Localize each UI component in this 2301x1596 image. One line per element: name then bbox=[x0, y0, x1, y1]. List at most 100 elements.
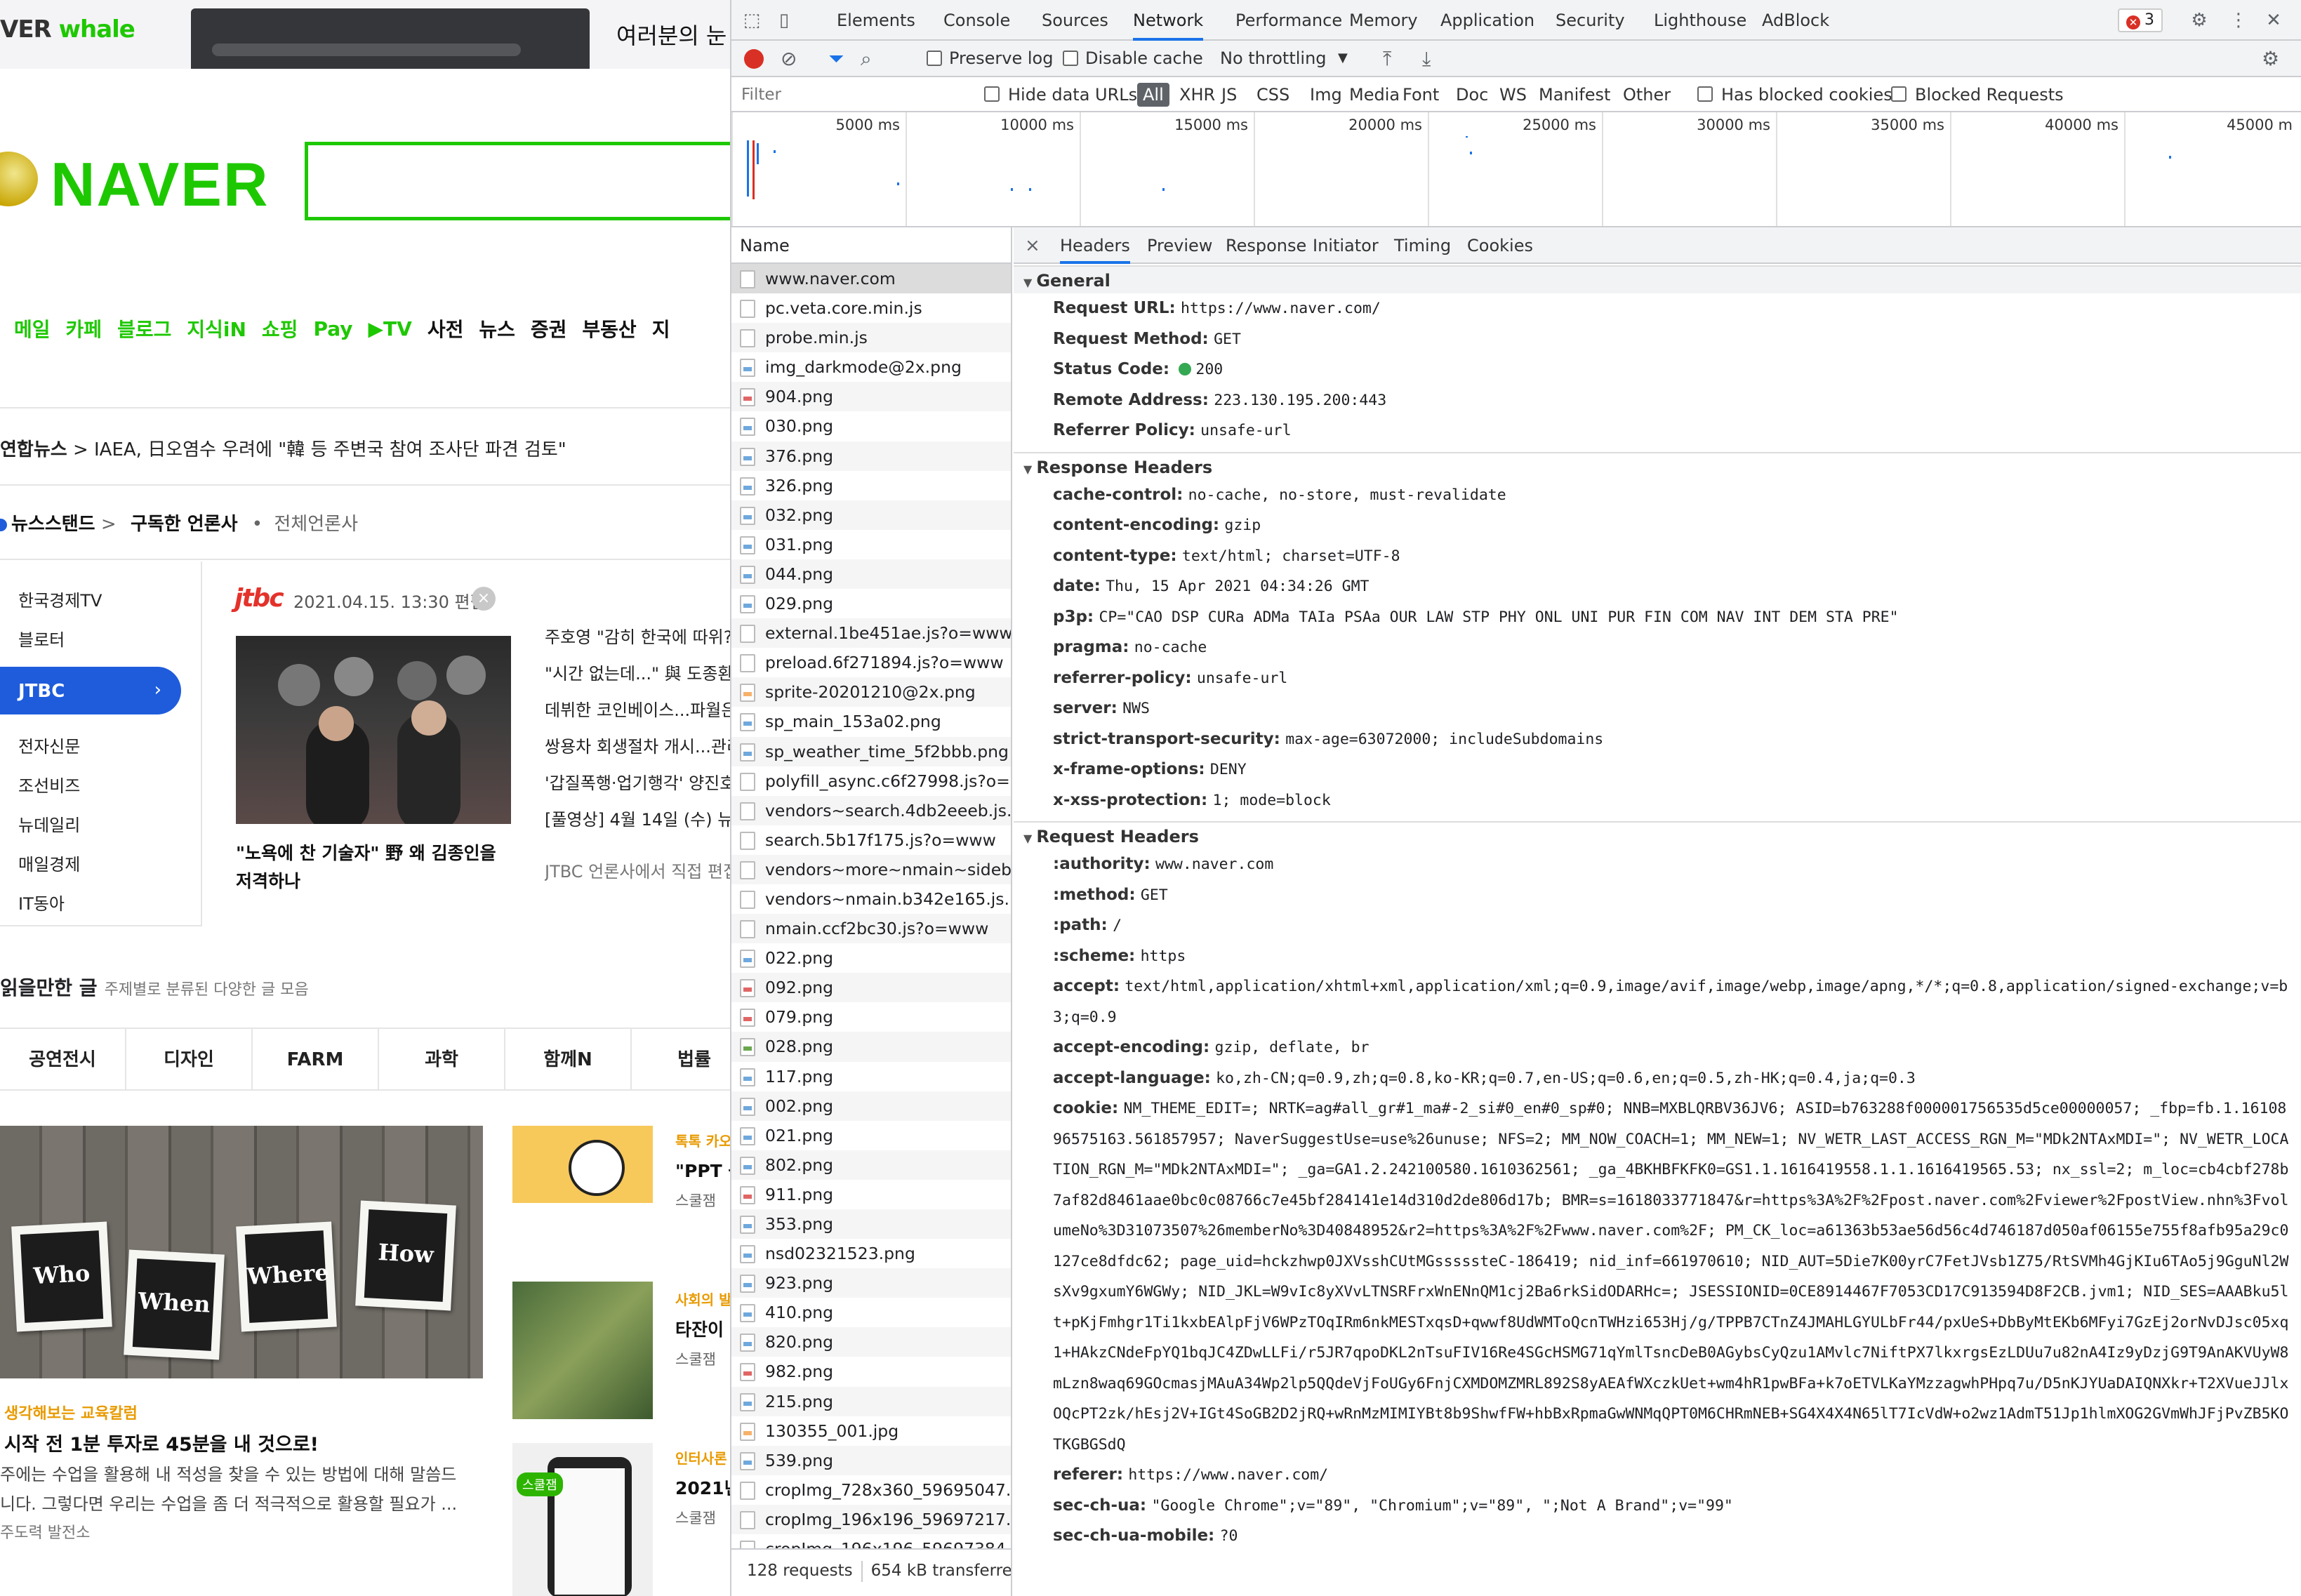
nav-item[interactable]: Pay bbox=[313, 317, 352, 340]
header-row[interactable]: cookie: NM_THEME_EDIT=; NRTK=ag#all_gr#1… bbox=[1014, 1093, 2301, 1460]
request-row[interactable]: external.1be451ae.js?o=www bbox=[731, 618, 1011, 649]
chevron-down-icon[interactable]: ▼ bbox=[1338, 45, 1348, 72]
press-item[interactable]: 매일경제 bbox=[18, 851, 80, 875]
naver-logo[interactable]: NAVER bbox=[51, 149, 270, 220]
side-card-image[interactable] bbox=[512, 1126, 653, 1259]
filter-other[interactable]: Other bbox=[1623, 83, 1671, 107]
column-author[interactable]: 주도력 발전소 bbox=[0, 1520, 90, 1543]
request-row[interactable]: search.5b17f175.js?o=www bbox=[731, 825, 1011, 855]
whale-promo-banner[interactable]: VER whale 여러분의 눈 bbox=[0, 0, 730, 69]
header-row[interactable]: sec-ch-ua-mobile: ?0 bbox=[1014, 1521, 2301, 1552]
header-row[interactable]: Request Method: GET bbox=[1014, 324, 2301, 355]
filter-checkbox[interactable] bbox=[1697, 86, 1713, 102]
request-row[interactable]: 982.png bbox=[731, 1357, 1011, 1386]
name-column-header[interactable]: Name bbox=[731, 227, 1011, 264]
header-row[interactable]: referer: https://www.naver.com/ bbox=[1014, 1460, 2301, 1491]
news-list-item[interactable]: "시간 없는데..." 與 도종환 bbox=[545, 660, 730, 696]
request-row[interactable]: 215.png bbox=[731, 1386, 1011, 1416]
clear-icon[interactable]: ⊘ bbox=[781, 46, 797, 72]
request-row[interactable]: 911.png bbox=[731, 1180, 1011, 1209]
record-icon[interactable] bbox=[744, 49, 764, 69]
jtbc-logo[interactable]: jtbc bbox=[234, 584, 284, 613]
press-item-jtbc-selected[interactable]: JTBC › bbox=[0, 667, 181, 714]
headline-source[interactable]: 연합뉴스 bbox=[0, 439, 67, 460]
nav-item[interactable]: 카페 bbox=[66, 314, 102, 343]
filter-checkbox[interactable] bbox=[1891, 86, 1907, 102]
header-row[interactable]: accept-language: ko,zh-CN;q=0.9,zh;q=0.8… bbox=[1014, 1063, 2301, 1094]
filter-icon[interactable]: ⏷ bbox=[828, 46, 844, 72]
nav-item[interactable]: 블로그 bbox=[117, 314, 171, 343]
all-press-tab[interactable]: 전체언론사 bbox=[274, 514, 358, 535]
headline-text[interactable]: IAEA, 日오염수 우려에 "韓 등 주변국 참여 조사단 파견 검토" bbox=[94, 439, 566, 460]
side-card-text[interactable]: 사회의 발타잔이 · 스쿨잼 bbox=[675, 1289, 730, 1369]
header-row[interactable]: :scheme: https bbox=[1014, 941, 2301, 972]
nav-item[interactable]: 지 bbox=[652, 314, 670, 343]
news-list-item[interactable]: 데뷔한 코인베이스...파월은 bbox=[545, 696, 730, 733]
header-row[interactable]: Referrer Policy: unsafe-url bbox=[1014, 415, 2301, 446]
side-card-text[interactable]: 인터사론 2021년 합니다스쿨잼 bbox=[675, 1447, 730, 1528]
filter-all[interactable]: All bbox=[1137, 83, 1169, 107]
side-card-image[interactable]: 스쿨잼 bbox=[512, 1443, 653, 1596]
close-icon[interactable]: × bbox=[472, 587, 496, 611]
nav-item[interactable]: 사전 bbox=[427, 314, 464, 343]
press-item[interactable]: 한국경제TV bbox=[18, 587, 102, 611]
filter-has-blocked-cookies[interactable]: Has blocked cookies bbox=[1721, 83, 1892, 107]
filter-doc[interactable]: Doc bbox=[1456, 83, 1488, 107]
filter-media[interactable]: Media bbox=[1349, 83, 1400, 107]
tab-timing[interactable]: Timing bbox=[1394, 227, 1451, 264]
request-row[interactable]: 820.png bbox=[731, 1327, 1011, 1357]
header-row[interactable]: Request URL: https://www.naver.com/ bbox=[1014, 293, 2301, 324]
request-row[interactable]: pc.veta.core.min.js bbox=[731, 293, 1011, 323]
header-row[interactable]: accept-encoding: gzip, deflate, br bbox=[1014, 1032, 2301, 1063]
news-list-item[interactable]: [풀영상] 4월 14일 (수) 뉴 bbox=[545, 806, 730, 842]
request-row[interactable]: 130355_001.jpg bbox=[731, 1416, 1011, 1446]
request-row[interactable]: cropImg_728x360_59695047... bbox=[731, 1475, 1011, 1505]
search-icon[interactable]: ⌕ bbox=[861, 46, 872, 72]
request-row[interactable]: 032.png bbox=[731, 500, 1011, 530]
filter-font[interactable]: Font bbox=[1403, 83, 1439, 107]
request-row[interactable]: 022.png bbox=[731, 943, 1011, 973]
tab-lighthouse[interactable]: Lighthouse bbox=[1654, 0, 1746, 41]
tab-adblock[interactable]: AdBlock bbox=[1762, 0, 1829, 41]
request-row[interactable]: 923.png bbox=[731, 1268, 1011, 1298]
header-row[interactable]: pragma: no-cache bbox=[1014, 632, 2301, 663]
request-row[interactable]: sprite-20201210@2x.png bbox=[731, 677, 1011, 707]
doodle-image[interactable] bbox=[0, 152, 38, 206]
request-row[interactable]: cropImg_196x196_59697217... bbox=[731, 1504, 1011, 1535]
request-row[interactable]: 028.png bbox=[731, 1032, 1011, 1062]
request-row[interactable]: 117.png bbox=[731, 1062, 1011, 1091]
filter-ws[interactable]: WS bbox=[1499, 83, 1527, 107]
request-row[interactable]: img_darkmode@2x.png bbox=[731, 352, 1011, 382]
request-row[interactable]: vendors~more~nmain~sideb... bbox=[731, 854, 1011, 884]
nav-item[interactable]: 메일 bbox=[14, 314, 51, 343]
filter-blocked-requests[interactable]: Blocked Requests bbox=[1915, 83, 2064, 107]
nav-item[interactable]: 뉴스 bbox=[479, 314, 515, 343]
header-row[interactable]: cache-control: no-cache, no-store, must-… bbox=[1014, 480, 2301, 511]
header-row[interactable]: referrer-policy: unsafe-url bbox=[1014, 663, 2301, 694]
column-title[interactable]: 시작 전 1분 투자로 45분을 내 것으로! bbox=[4, 1429, 319, 1456]
side-card-image[interactable] bbox=[512, 1282, 653, 1419]
section-header[interactable]: ▼ General bbox=[1014, 265, 2301, 293]
filter-input[interactable] bbox=[737, 81, 976, 108]
filter-xhr[interactable]: XHR bbox=[1179, 83, 1215, 107]
request-row[interactable]: 802.png bbox=[731, 1150, 1011, 1180]
tab-memory[interactable]: Memory bbox=[1349, 0, 1418, 41]
tab-cookies[interactable]: Cookies bbox=[1467, 227, 1533, 264]
category-tab[interactable]: 공연전시 bbox=[0, 1029, 126, 1091]
request-row[interactable]: 539.png bbox=[731, 1445, 1011, 1475]
header-row[interactable]: accept: text/html,application/xhtml+xml,… bbox=[1014, 971, 2301, 1032]
request-row[interactable]: nmain.ccf2bc30.js?o=www bbox=[731, 914, 1011, 944]
tab-elements[interactable]: Elements bbox=[837, 0, 915, 41]
request-row[interactable]: sp_weather_time_5f2bbb.png bbox=[731, 736, 1011, 766]
filter-css[interactable]: CSS bbox=[1256, 83, 1289, 107]
header-row[interactable]: Status Code: 200 bbox=[1014, 354, 2301, 385]
filter-manifest[interactable]: Manifest bbox=[1539, 83, 1610, 107]
request-row[interactable]: 044.png bbox=[731, 559, 1011, 590]
filter-hide-data-urls[interactable]: Hide data URLs bbox=[1008, 83, 1137, 107]
more-menu-icon[interactable]: ⋮ bbox=[2228, 10, 2249, 31]
tab-performance[interactable]: Performance bbox=[1235, 0, 1342, 41]
header-row[interactable]: x-xss-protection: 1; mode=block bbox=[1014, 785, 2301, 816]
header-row[interactable]: :path: / bbox=[1014, 910, 2301, 941]
network-overview-timeline[interactable]: 5000 ms 10000 ms 15000 ms 20000 ms 25000 ms 3… bbox=[731, 112, 2301, 227]
filter-img[interactable]: Img bbox=[1310, 83, 1342, 107]
